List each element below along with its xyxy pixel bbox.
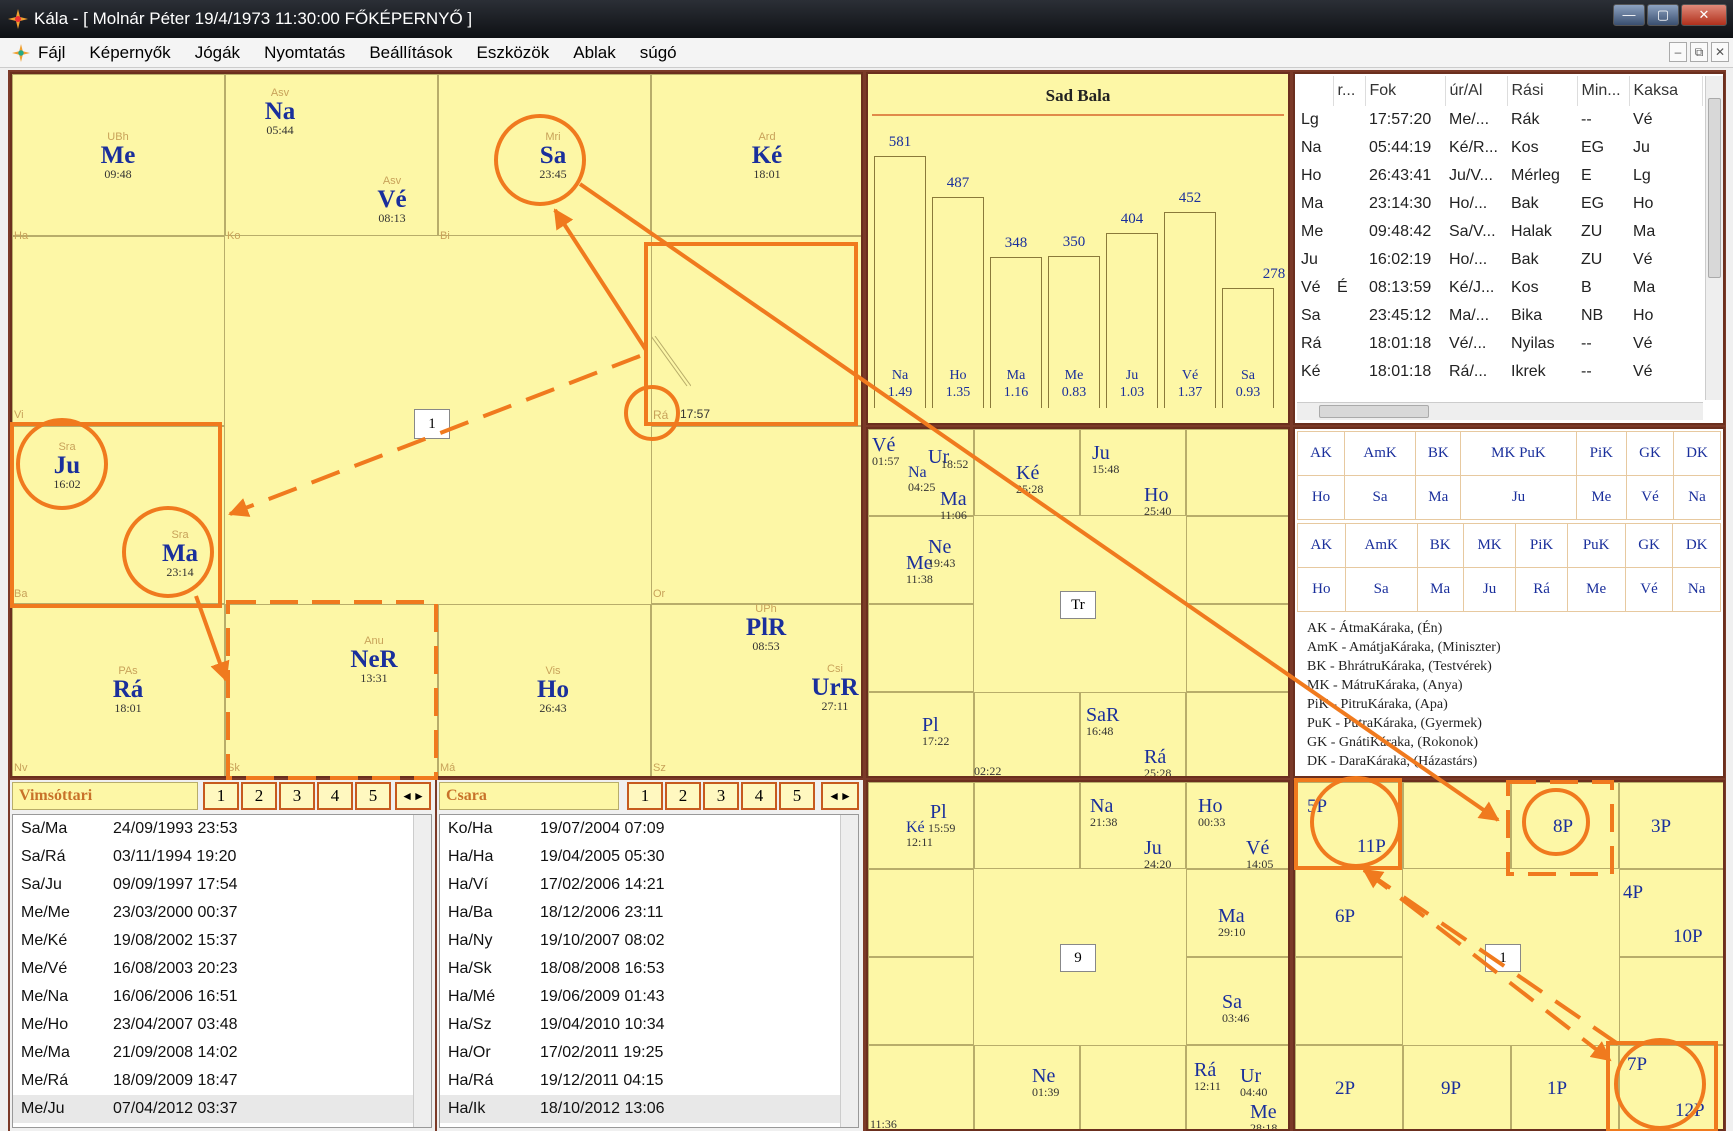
arrow [1362, 868, 1612, 1062]
highlight-circle [494, 114, 586, 206]
highlight-box [644, 242, 858, 426]
arrow [553, 208, 648, 352]
arrow [228, 354, 641, 517]
highlight-circle [1614, 1038, 1706, 1130]
highlight-circle [16, 418, 108, 510]
arrow [194, 595, 230, 682]
highlight-box [226, 600, 438, 780]
arrow [578, 182, 1500, 822]
highlight-circle [122, 506, 214, 598]
highlight-circle [1522, 788, 1590, 856]
highlight-circle [624, 385, 680, 441]
arrow [1362, 868, 1620, 1046]
highlight-circle [1310, 776, 1402, 868]
annotation-overlay [10, 114, 1718, 1131]
